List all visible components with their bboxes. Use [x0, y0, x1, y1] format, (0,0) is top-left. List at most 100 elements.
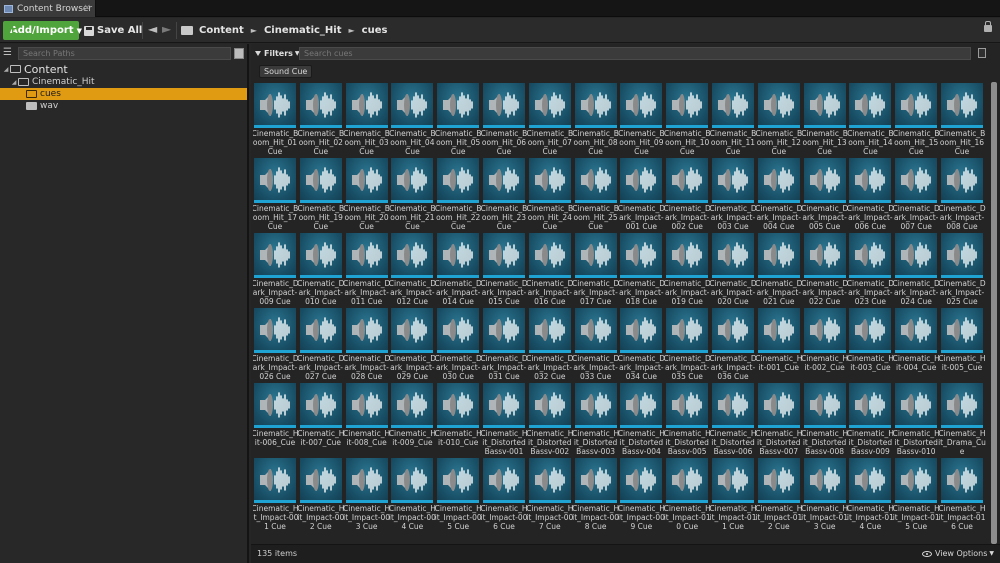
search-assets-input[interactable]: Search cues	[299, 47, 971, 60]
asset-tile[interactable]: Cinematic_Hit-003_Cue	[847, 307, 894, 380]
asset-tile[interactable]: Cinematic_Boom_Hit_24 Cue	[526, 157, 573, 231]
asset-tile[interactable]: Cinematic_Hit_Distorted Bassv-004	[618, 382, 665, 456]
asset-tile[interactable]: Cinematic_Hit-004_Cue	[893, 307, 940, 380]
asset-tile[interactable]: Cinematic_Hit-001_Cue	[755, 307, 802, 380]
asset-tile[interactable]: Cinematic_Hit_Impact-004 Cue	[389, 457, 436, 531]
asset-tile[interactable]: Cinematic_Hit_Impact-013 Cue	[801, 457, 848, 531]
asset-tile[interactable]: Cinematic_Boom_Hit_17 Cue	[253, 157, 298, 231]
asset-tile[interactable]: Cinematic_Dark_Impact-010 Cue	[297, 232, 344, 306]
asset-tile[interactable]: Cinematic_Dark_Impact-018 Cue	[618, 232, 665, 306]
asset-tile[interactable]: Cinematic_Hit-010_Cue	[435, 382, 482, 455]
asset-tile[interactable]: Cinematic_Dark_Impact-036 Cue	[709, 307, 757, 381]
asset-tile[interactable]: Cinematic_Dark_Impact-021 Cue	[755, 232, 802, 306]
forward-arrow-icon[interactable]: ►	[162, 22, 171, 36]
asset-tile[interactable]: Cinematic_Dark_Impact-007 Cue	[893, 157, 940, 231]
filter-chip-sound-cue[interactable]: Sound Cue	[259, 65, 313, 78]
lock-icon[interactable]	[984, 21, 992, 32]
asset-tile[interactable]: Cinematic_Hit_Impact-011 Cue	[709, 457, 757, 531]
breadcrumb-arrow-icon[interactable]: ►	[349, 26, 355, 35]
breadcrumb-cinematic-hit[interactable]: Cinematic_Hit	[264, 25, 342, 36]
tree-item-cues[interactable]: cues	[0, 88, 247, 100]
breadcrumb-cues[interactable]: cues	[362, 25, 388, 36]
asset-tile[interactable]: Cinematic_Boom_Hit_14 Cue	[847, 83, 894, 156]
asset-tile[interactable]: Cinematic_Boom_Hit_23 Cue	[481, 157, 527, 231]
asset-tile[interactable]: Cinematic_Boom_Hit_12 Cue	[755, 83, 802, 156]
toggle-sources-icon[interactable]: ☰	[3, 47, 15, 59]
vertical-scrollbar[interactable]	[991, 82, 997, 544]
asset-tile[interactable]: Cinematic_Dark_Impact-006 Cue	[847, 157, 894, 231]
asset-tile[interactable]: Cinematic_Hit-002_Cue	[801, 307, 848, 380]
asset-tile[interactable]: Cinematic_Boom_Hit_20 Cue	[343, 157, 390, 231]
asset-tile[interactable]: Cinematic_Hit_Distorted Bassv-005	[664, 382, 711, 456]
asset-tile[interactable]: Cinematic_Hit_Impact-012 Cue	[755, 457, 802, 531]
asset-tile[interactable]: Cinematic_Dark_Impact-008 Cue	[938, 157, 986, 231]
asset-tile[interactable]: Cinematic_Boom_Hit_03 Cue	[343, 83, 390, 156]
asset-tile[interactable]: Cinematic_Dark_Impact-029 Cue	[389, 307, 436, 381]
asset-tile[interactable]: Cinematic_Hit_Impact-015 Cue	[893, 457, 940, 531]
asset-tile[interactable]: Cinematic_Hit-009_Cue	[389, 382, 436, 455]
breadcrumb-arrow-icon[interactable]: ►	[251, 26, 257, 35]
asset-tile[interactable]: Cinematic_Hit_Distorted Bassv-006	[709, 382, 757, 456]
asset-tile[interactable]: Cinematic_Dark_Impact-016 Cue	[526, 232, 573, 306]
asset-tile[interactable]: Cinematic_Dark_Impact-003 Cue	[709, 157, 757, 231]
asset-tile[interactable]: Cinematic_Dark_Impact-014 Cue	[435, 232, 482, 306]
asset-tile[interactable]: Cinematic_Hit_Distorted Bassv-009	[847, 382, 894, 456]
asset-tile[interactable]: Cinematic_Boom_Hit_21 Cue	[389, 157, 436, 231]
asset-tile[interactable]: Cinematic_Dark_Impact-033 Cue	[572, 307, 619, 381]
asset-tile[interactable]: Cinematic_Boom_Hit_13 Cue	[801, 83, 848, 156]
asset-tile[interactable]: Cinematic_Boom_Hit_10 Cue	[664, 83, 711, 156]
asset-tile[interactable]: Cinematic_Boom_Hit_07 Cue	[526, 83, 573, 156]
asset-tile[interactable]: Cinematic_Hit_Distorted Bassv-003	[572, 382, 619, 456]
asset-tile[interactable]: Cinematic_Dark_Impact-017 Cue	[572, 232, 619, 306]
asset-tile[interactable]: Cinematic_Hit_Impact-007 Cue	[526, 457, 573, 531]
asset-tile[interactable]: Cinematic_Boom_Hit_11 Cue	[710, 83, 756, 156]
asset-tile[interactable]: Cinematic_Hit_Impact-001 Cue	[253, 457, 299, 531]
asset-tile[interactable]: Cinematic_Boom_Hit_09 Cue	[618, 83, 665, 156]
tab-content-browser[interactable]: Content Browser ×	[0, 0, 96, 17]
asset-tile[interactable]: Cinematic_Boom_Hit_19 Cue	[297, 157, 344, 231]
search-paths-input[interactable]: Search Paths	[18, 46, 231, 60]
save-all-button[interactable]: Save All	[84, 21, 142, 40]
back-arrow-icon[interactable]: ◄	[148, 22, 157, 36]
add-import-button[interactable]: Add/Import ▼	[3, 21, 82, 40]
expanded-arrow-icon[interactable]: ◢	[2, 66, 10, 73]
asset-tile[interactable]: Cinematic_Dark_Impact-020 Cue	[709, 232, 757, 306]
asset-tile[interactable]: Cinematic_Hit_Distorted Bassv-010	[893, 382, 940, 456]
asset-tile[interactable]: Cinematic_Hit_Distorted Bassv-008	[801, 382, 848, 456]
asset-tile[interactable]: Cinematic_Dark_Impact-032 Cue	[526, 307, 573, 381]
asset-tile[interactable]: Cinematic_Dark_Impact-011 Cue	[343, 232, 390, 306]
asset-tile[interactable]: Cinematic_Hit-006_Cue	[253, 382, 299, 455]
asset-tile[interactable]: Cinematic_Hit-007_Cue	[297, 382, 344, 455]
asset-tile[interactable]: Cinematic_Dark_Impact-005 Cue	[801, 157, 848, 231]
asset-tile[interactable]: Cinematic_Dark_Impact-012 Cue	[389, 232, 436, 306]
asset-tile[interactable]: Cinematic_Dark_Impact-002 Cue	[664, 157, 711, 231]
scrollbar-thumb[interactable]	[991, 82, 997, 544]
asset-tile[interactable]: Cinematic_Hit_Impact-006 Cue	[480, 457, 528, 531]
expanded-arrow-icon[interactable]: ◢	[10, 79, 18, 86]
asset-tile[interactable]: Cinematic_Boom_Hit_05 Cue	[435, 83, 482, 156]
asset-tile[interactable]: Cinematic_Hit_Distorted Bassv-001	[480, 382, 528, 456]
asset-tile[interactable]: Cinematic_Boom_Hit_25 Cue	[572, 157, 619, 231]
asset-tile[interactable]: Cinematic_Dark_Impact-035 Cue	[664, 307, 711, 381]
asset-tile[interactable]: Cinematic_Dark_Impact-015 Cue	[480, 232, 528, 306]
asset-tile[interactable]: Cinematic_Hit_Distorted Bassv-002	[526, 382, 573, 456]
asset-tile[interactable]: Cinematic_Hit_Impact-003 Cue	[343, 457, 390, 531]
asset-tile[interactable]: Cinematic_Hit_Drama_Cue	[938, 382, 986, 456]
asset-tile[interactable]: Cinematic_Boom_Hit_01 Cue	[253, 83, 298, 156]
asset-tile[interactable]: Cinematic_Dark_Impact-028 Cue	[343, 307, 390, 381]
asset-tile[interactable]: Cinematic_Dark_Impact-001 Cue	[618, 157, 665, 231]
asset-tile[interactable]: Cinematic_Boom_Hit_08 Cue	[572, 83, 619, 156]
asset-tile[interactable]: Cinematic_Hit_Impact-005 Cue	[435, 457, 482, 531]
asset-tile[interactable]: Cinematic_Hit_Impact-009 Cue	[618, 457, 665, 531]
tree-item-wav[interactable]: wav	[0, 100, 247, 112]
asset-tile[interactable]: Cinematic_Hit-008_Cue	[343, 382, 390, 455]
asset-tile[interactable]: Cinematic_Dark_Impact-025 Cue	[938, 232, 986, 306]
asset-tile[interactable]: Cinematic_Boom_Hit_06 Cue	[481, 83, 527, 156]
asset-tile[interactable]: Cinematic_Dark_Impact-022 Cue	[801, 232, 848, 306]
asset-tile[interactable]: Cinematic_Dark_Impact-031 Cue	[480, 307, 528, 381]
asset-tile[interactable]: Cinematic_Hit_Impact-016 Cue	[938, 457, 986, 531]
view-options-button[interactable]: View Options ▼	[921, 549, 994, 558]
asset-tile[interactable]: Cinematic_Boom_Hit_04 Cue	[389, 83, 436, 156]
save-search-icon[interactable]	[978, 48, 986, 58]
close-tab-icon[interactable]: ×	[83, 3, 91, 13]
